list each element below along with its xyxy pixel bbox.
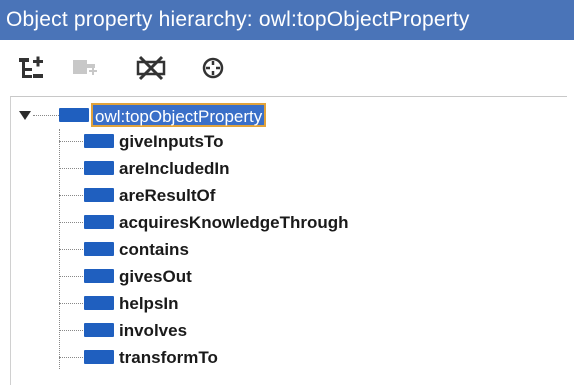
object-property-icon	[59, 108, 89, 122]
crosshair-icon[interactable]	[198, 54, 228, 82]
tree-root-label[interactable]: owl:topObjectProperty	[91, 103, 267, 127]
object-property-icon	[84, 350, 114, 364]
tree-item-label[interactable]: acquiresKnowledgeThrough	[119, 210, 349, 236]
object-property-hierarchy-panel: Object property hierarchy: owl:topObject…	[0, 0, 574, 391]
object-property-icon	[84, 161, 114, 175]
object-property-icon	[84, 134, 114, 148]
object-property-icon	[84, 269, 114, 283]
object-property-icon	[84, 215, 114, 229]
tree-item-label[interactable]: transformTo	[119, 345, 218, 371]
delete-property-icon[interactable]	[136, 54, 166, 82]
tree-item-label[interactable]: giveInputsTo	[119, 129, 224, 155]
tree-item-label[interactable]: givesOut	[119, 264, 192, 290]
tree-item-label[interactable]: areIncludedIn	[119, 156, 230, 182]
add-sub-property-icon[interactable]	[16, 54, 46, 82]
tree-item-label[interactable]: helpsIn	[119, 291, 179, 317]
object-property-icon	[84, 296, 114, 310]
object-property-icon	[84, 323, 114, 337]
tree-item-label[interactable]: areResultOf	[119, 183, 215, 209]
object-property-icon	[84, 188, 114, 202]
property-tree: owl:topObjectProperty giveInputsTo areIn…	[10, 96, 567, 385]
panel-title: Object property hierarchy: owl:topObject…	[0, 0, 574, 40]
collapse-triangle-icon[interactable]	[19, 111, 31, 120]
hierarchy-toolbar	[0, 40, 574, 96]
tree-item-label[interactable]: contains	[119, 237, 189, 263]
object-property-icon	[84, 242, 114, 256]
add-sibling-property-icon[interactable]	[70, 54, 100, 82]
tree-item-label[interactable]: involves	[119, 318, 187, 344]
